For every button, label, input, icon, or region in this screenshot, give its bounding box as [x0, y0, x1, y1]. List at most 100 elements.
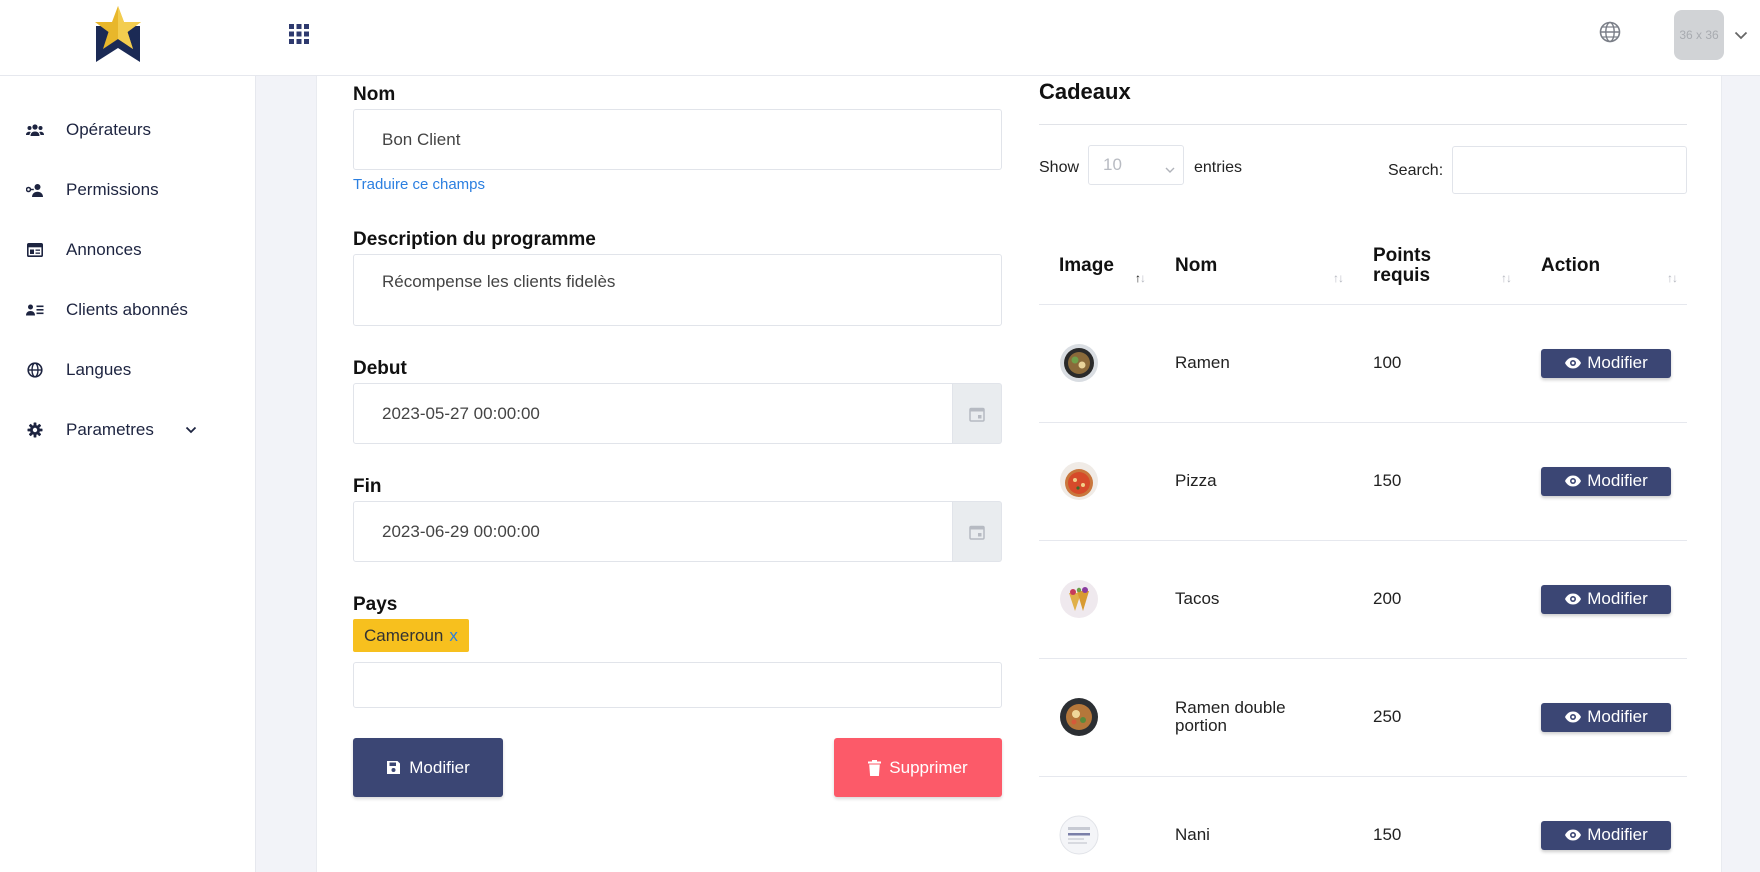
save-button[interactable]: Modifier: [353, 738, 503, 797]
nom-label: Nom: [353, 84, 396, 105]
edit-gift-label: Modifier: [1587, 825, 1648, 844]
action-cell: Modifier: [1521, 658, 1687, 777]
avatar[interactable]: 36 x 36: [1674, 10, 1724, 60]
ramen-image: [1060, 344, 1098, 382]
edit-gift-button[interactable]: Modifier: [1541, 702, 1671, 732]
language-globe-icon[interactable]: [1599, 21, 1621, 48]
nom-value: Bon Client: [382, 129, 461, 149]
image-cell: [1039, 776, 1155, 872]
sidebar-item-permissions[interactable]: Permissions: [0, 160, 256, 220]
pizza-image: [1060, 462, 1098, 500]
edit-gift-label: Modifier: [1587, 471, 1648, 490]
calendar-icon[interactable]: [953, 501, 1002, 562]
entries-value: 10: [1103, 155, 1122, 174]
gift-name-cell: Nani: [1155, 776, 1353, 872]
sidebar-item-label: Clients abonnés: [66, 300, 188, 319]
search-label: Search:: [1388, 162, 1444, 179]
main-card: Nom Bon Client Traduire ce champs Descri…: [316, 76, 1722, 872]
pays-input[interactable]: [353, 662, 1002, 708]
column-header-label: Points requis: [1373, 244, 1432, 286]
delete-button-label: Supprimer: [889, 757, 968, 777]
gift-name-cell: Ramen: [1155, 304, 1353, 423]
sort-icon: ↑↓: [1333, 271, 1344, 285]
sidebar-item-parametres[interactable]: Parametres: [0, 400, 256, 460]
sidebar-item-label: Opérateurs: [66, 120, 152, 139]
country-tag: Cameroun x: [353, 619, 469, 652]
action-cell: Modifier: [1521, 304, 1687, 423]
users-icon: [26, 121, 44, 139]
table-row: Ramen 100 Modifier: [1039, 304, 1687, 423]
image-cell: [1039, 422, 1155, 541]
tacos-image: [1060, 580, 1098, 618]
apps-grid-icon[interactable]: [288, 23, 310, 45]
sidebar-item-label: Permissions: [66, 180, 159, 199]
table-row: Ramen double portion 250 Modifier: [1039, 658, 1687, 777]
description-label: Description du programme: [353, 229, 596, 250]
sidebar-item-clients-abonnes[interactable]: Clients abonnés: [0, 280, 256, 340]
fin-date-input[interactable]: 2023-06-29 00:00:00: [353, 501, 953, 562]
calendar-icon[interactable]: [953, 383, 1002, 444]
sort-icon: ↑↓: [1667, 271, 1678, 285]
column-header-image[interactable]: Image ↑↓: [1039, 228, 1155, 305]
column-header-points[interactable]: Points requis ↑↓: [1353, 228, 1521, 305]
gift-points-cell: 150: [1353, 776, 1521, 872]
remove-tag-button[interactable]: x: [449, 626, 458, 646]
entries-select[interactable]: 10: [1088, 145, 1184, 185]
action-cell: Modifier: [1521, 422, 1687, 541]
sidebar-item-label: Annonces: [66, 240, 142, 259]
table-row: Tacos 200 Modifier: [1039, 540, 1687, 659]
gift-points-cell: 250: [1353, 658, 1521, 777]
eye-icon: [1564, 711, 1582, 723]
trash-icon: [868, 759, 882, 776]
show-label: Show: [1039, 159, 1080, 176]
image-cell: [1039, 304, 1155, 423]
gift-name: Ramen double portion: [1175, 698, 1286, 735]
delete-button[interactable]: Supprimer: [834, 738, 1002, 797]
edit-gift-button[interactable]: Modifier: [1541, 348, 1671, 378]
floppy-disk-icon: [386, 760, 401, 775]
sidebar-item-langues[interactable]: Langues: [0, 340, 256, 400]
gifts-table: Image ↑↓ Nom ↑↓ Points requis ↑↓ Action …: [1039, 228, 1687, 872]
sidebar-item-operateurs[interactable]: Opérateurs: [0, 100, 256, 160]
newspaper-icon: [26, 241, 44, 259]
fin-value: 2023-06-29 00:00:00: [382, 521, 540, 541]
action-cell: Modifier: [1521, 540, 1687, 659]
chevron-down-icon: [1165, 159, 1175, 179]
fin-label: Fin: [353, 476, 382, 497]
column-header-label: Action: [1541, 254, 1601, 276]
topbar: 36 x 36: [256, 0, 1760, 76]
sidebar-item-label: Parametres: [66, 420, 154, 439]
globe-icon: [26, 361, 44, 379]
edit-gift-label: Modifier: [1587, 353, 1648, 372]
column-header-action[interactable]: Action ↑↓: [1521, 228, 1687, 305]
column-header-nom[interactable]: Nom ↑↓: [1155, 228, 1353, 305]
chevron-down-icon[interactable]: [1734, 27, 1748, 45]
nom-input[interactable]: Bon Client: [353, 109, 1002, 170]
star-logo-icon: [95, 6, 141, 62]
country-tag-label: Cameroun: [364, 625, 444, 645]
sidebar-item-annonces[interactable]: Annonces: [0, 220, 256, 280]
logo[interactable]: [0, 0, 256, 76]
edit-gift-button[interactable]: Modifier: [1541, 584, 1671, 614]
translate-field-link[interactable]: Traduire ce champs: [353, 176, 485, 193]
save-button-label: Modifier: [409, 757, 470, 777]
eye-icon: [1564, 829, 1582, 841]
edit-gift-button[interactable]: Modifier: [1541, 466, 1671, 496]
gift-name-cell: Pizza: [1155, 422, 1353, 541]
description-textarea[interactable]: Récompense les clients fidelès: [353, 254, 1002, 326]
edit-gift-button[interactable]: Modifier: [1541, 820, 1671, 850]
eye-icon: [1564, 357, 1582, 369]
sort-asc-icon: ↑↓: [1135, 271, 1146, 285]
table-row: Nani 150 Modifier: [1039, 776, 1687, 872]
debut-value: 2023-05-27 00:00:00: [382, 403, 540, 423]
sidebar: Opérateurs Permissions Annonces Clients …: [0, 0, 256, 872]
image-cell: [1039, 540, 1155, 659]
eye-icon: [1564, 593, 1582, 605]
debut-date-input[interactable]: 2023-05-27 00:00:00: [353, 383, 953, 444]
sidebar-nav: Opérateurs Permissions Annonces Clients …: [0, 60, 256, 460]
sort-icon: ↑↓: [1501, 271, 1512, 285]
entries-label: entries: [1194, 159, 1243, 176]
search-input[interactable]: [1452, 146, 1687, 194]
gift-points-cell: 150: [1353, 422, 1521, 541]
edit-gift-label: Modifier: [1587, 589, 1648, 608]
